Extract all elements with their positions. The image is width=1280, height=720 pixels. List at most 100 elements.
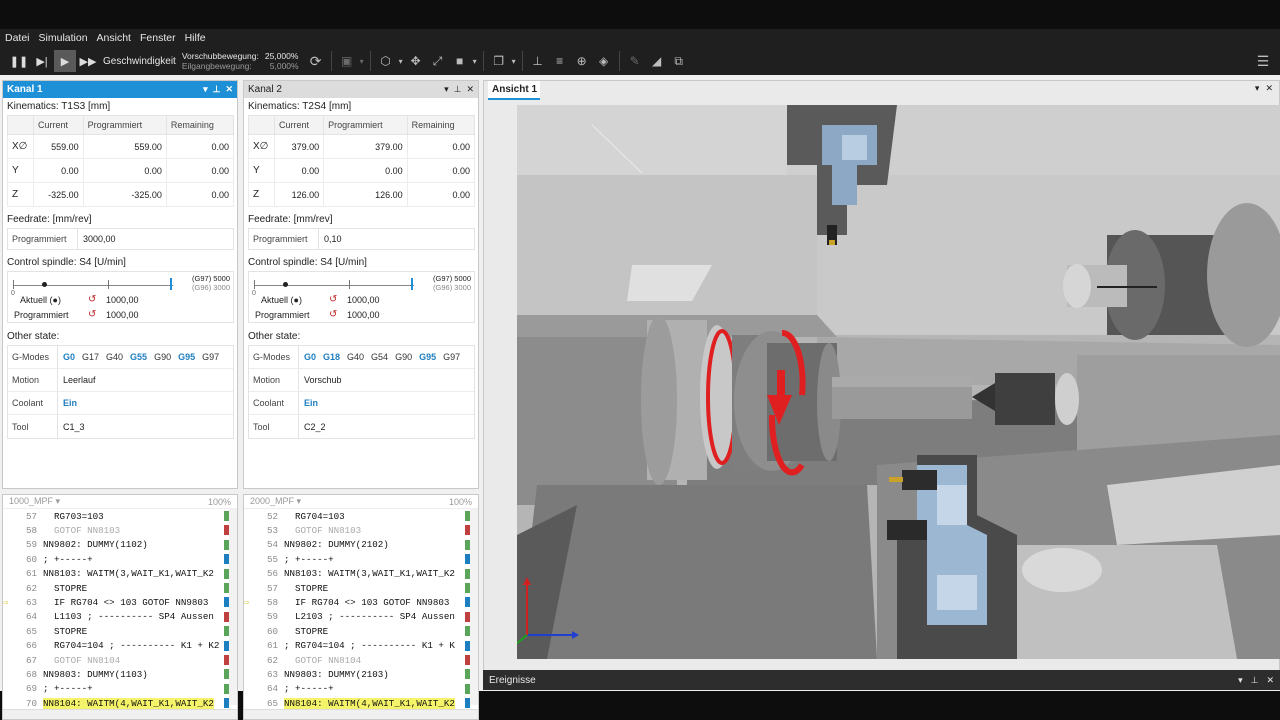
layers-icon[interactable]: ❐ (488, 50, 510, 72)
code-line[interactable]: 66 RG704=104 ; ---------- K1 + K2 (3, 639, 237, 653)
code-line[interactable]: 61 NN8103: WAITM(3,WAIT_K1,WAIT_K2 (3, 567, 237, 581)
code-line[interactable]: 62 STOPRE (3, 581, 237, 595)
code-line[interactable]: 67 GOTOF NN8104 (3, 653, 237, 667)
dropdown-icon[interactable]: ▾ (510, 50, 518, 72)
code-line[interactable]: 64 ; +-----+ (244, 682, 478, 696)
spindle-actual-value: 1000,00 (347, 294, 380, 305)
gmode-value: G0 (304, 352, 317, 362)
reset-icon[interactable]: ⟳ (305, 50, 327, 72)
fast-forward-button[interactable]: ▶▶ (77, 50, 99, 72)
dropdown-icon[interactable]: ▾ (358, 50, 366, 72)
feedrate-row: Programmiert 0,10 (248, 228, 475, 250)
line-number: 59 (266, 611, 278, 623)
feed-programmed-label: Programmiert (249, 229, 319, 249)
spindle-heading: Control spindle: S4 [U/min] (3, 254, 237, 271)
chevron-down-icon[interactable]: ▾ (203, 84, 208, 95)
gmode-value: G90 (154, 352, 172, 362)
close-icon[interactable]: ✕ (225, 84, 233, 95)
code-line[interactable]: 57 STOPRE (244, 581, 478, 595)
horizontal-scrollbar[interactable] (244, 709, 478, 719)
close-icon[interactable]: ✕ (1265, 83, 1273, 94)
menu-simulation[interactable]: Simulation (34, 32, 92, 44)
code-line[interactable]: 63 NN9803: DUMMY(2103) (244, 667, 478, 681)
line-number: 62 (266, 654, 278, 666)
move-icon[interactable]: ✥ (405, 50, 427, 72)
measure-icon[interactable]: ⊕ (571, 50, 593, 72)
motion-label: Motion (8, 369, 58, 391)
feed-override[interactable]: Vorschubbewegung: 25,000% Eilgangbewegung… (182, 51, 299, 71)
code-line[interactable]: 69 ; +-----+ (3, 682, 237, 696)
program-editor-1[interactable]: 1000_MPF ▾ 100% 57 RG703=103 58 GOTOF NN810… (2, 494, 238, 720)
code-line[interactable]: 62 GOTOF NN8104 (244, 653, 478, 667)
code-line[interactable]: 58 GOTOF NN8103 (3, 523, 237, 537)
list-icon[interactable]: ≡ (549, 50, 571, 72)
dropdown-icon[interactable]: ▾ (397, 50, 405, 72)
code-line[interactable]: 65 STOPRE (3, 624, 237, 638)
spindle-programmed-label: Programmiert (14, 309, 69, 320)
menu-hilfe[interactable]: Hilfe (180, 32, 210, 44)
code-line[interactable]: 59 NN9802: DUMMY(1102) (3, 538, 237, 552)
code-line[interactable]: ⇨ 58 IF RG704 <> 103 GOTOF NN9803 (244, 595, 478, 609)
pause-button[interactable]: ❚❚ (8, 50, 30, 72)
code-line[interactable]: 57 RG703=103 (3, 509, 237, 523)
line-number: 65 (266, 697, 278, 709)
channel-header[interactable]: Kanal 2 ▾ ⊥ ✕ (244, 81, 478, 98)
cube-view-icon[interactable]: ⬡ (375, 50, 397, 72)
pin-icon[interactable]: ⊥ (1251, 675, 1259, 686)
code-line[interactable]: 52 RG704=103 (244, 509, 478, 523)
program-editor-2[interactable]: 2000_MPF ▾ 100% 52 RG704=103 53 GOTOF NN810… (243, 494, 479, 720)
window-icon[interactable]: ⧉ (668, 50, 690, 72)
close-icon[interactable]: ✕ (466, 84, 474, 95)
channel-header[interactable]: Kanal 1 ▾ ⊥ ✕ (3, 81, 237, 98)
code-line[interactable]: ⇨ 63 IF RG704 <> 103 GOTOF NN9803 (3, 595, 237, 609)
hamburger-menu-icon[interactable]: ☰ (1252, 50, 1274, 72)
pin-icon[interactable]: ⊥ (454, 84, 462, 95)
spindle-actual-label: Aktuell (●) (20, 294, 61, 305)
section-icon[interactable]: ◈ (593, 50, 615, 72)
coolant-label: Coolant (249, 392, 299, 414)
spindle-scale (254, 285, 414, 286)
single-step-button[interactable]: ▶| (31, 50, 53, 72)
pin-icon[interactable]: ⊥ (213, 84, 221, 95)
chevron-down-icon[interactable]: ▾ (1238, 675, 1243, 686)
axis-programmed: 379.00 (323, 134, 408, 159)
vertical-scrollbar[interactable] (470, 509, 478, 705)
menu-fenster[interactable]: Fenster (135, 32, 180, 44)
code-line[interactable]: 54 NN9802: DUMMY(2102) (244, 538, 478, 552)
align-icon[interactable]: ⊥ (527, 50, 549, 72)
chevron-down-icon[interactable]: ▾ (444, 84, 449, 95)
dropdown-icon[interactable]: ▾ (471, 50, 479, 72)
code-line[interactable]: 68 NN9803: DUMMY(1103) (3, 667, 237, 681)
code-line[interactable]: 55 ; +-----+ (244, 552, 478, 566)
line-number: 69 (25, 683, 37, 695)
code-line[interactable]: 60 ; +-----+ (3, 552, 237, 566)
save-icon[interactable]: ▣ (336, 50, 358, 72)
code-line[interactable]: 59 L2103 ; ---------- SP4 Aussen (244, 610, 478, 624)
machine-3d-viewport[interactable] (517, 105, 1280, 659)
program-name[interactable]: 1000_MPF ▾ (9, 496, 60, 507)
menu-datei[interactable]: Datei (0, 32, 34, 44)
spindle-actual-marker (42, 282, 47, 287)
vertical-scrollbar[interactable] (229, 509, 237, 705)
rapid-label: Eilgangbewegung: (181, 61, 252, 71)
eraser-icon[interactable]: ◢ (646, 50, 668, 72)
code-text: NN9803: DUMMY(1103) (43, 668, 148, 680)
code-text: STOPRE (284, 582, 329, 594)
menu-ansicht[interactable]: Ansicht (92, 32, 135, 44)
code-line[interactable]: 61 ; RG704=104 ; ---------- K1 + K (244, 639, 478, 653)
camera-icon[interactable]: ■ (449, 50, 471, 72)
code-line[interactable]: 64 L1103 ; ---------- SP4 Aussen (3, 610, 237, 624)
tool-icon[interactable]: ✎ (624, 50, 646, 72)
tab-ansicht-1[interactable]: Ansicht 1 (488, 81, 540, 100)
program-name[interactable]: 2000_MPF ▾ (250, 496, 301, 507)
code-line[interactable]: 53 GOTOF NN8103 (244, 523, 478, 537)
code-line[interactable]: 60 STOPRE (244, 624, 478, 638)
line-number: 57 (25, 510, 37, 522)
fit-view-icon[interactable]: ⤢ (427, 50, 449, 72)
play-button[interactable]: ▶ (54, 50, 76, 72)
events-panel[interactable]: Ereignisse ▾ ⊥ ✕ (483, 670, 1280, 690)
horizontal-scrollbar[interactable] (3, 709, 237, 719)
chevron-down-icon[interactable]: ▾ (1255, 83, 1260, 94)
close-icon[interactable]: ✕ (1266, 675, 1274, 686)
code-line[interactable]: 56 NN8103: WAITM(3,WAIT_K1,WAIT_K2 (244, 567, 478, 581)
